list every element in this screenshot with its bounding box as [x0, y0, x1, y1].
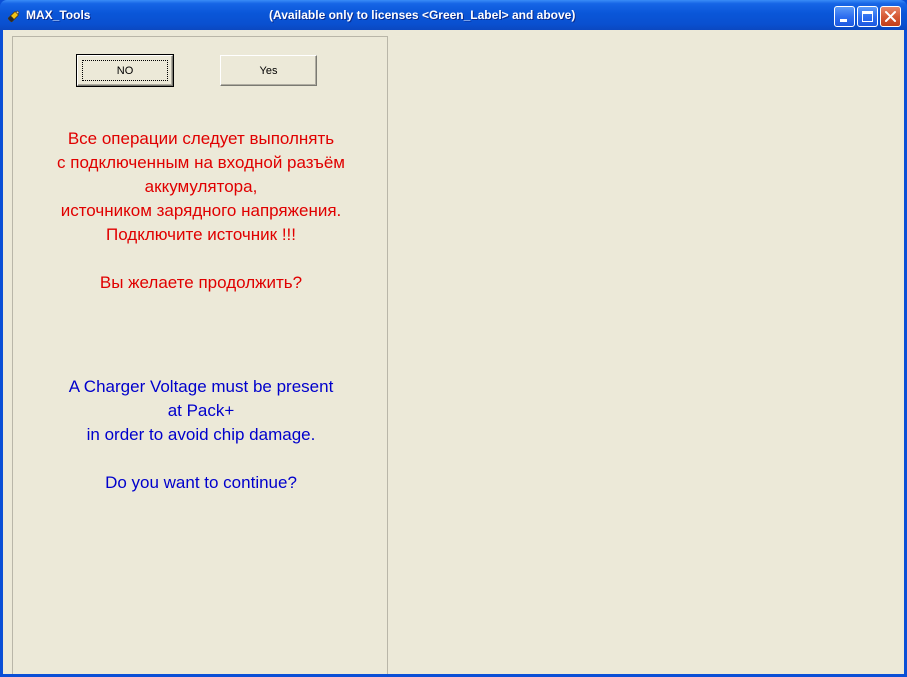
warning-ru-line-4: источником зарядного напряжения.: [60, 201, 342, 220]
title-bar[interactable]: MAX_Tools (Available only to licenses <G…: [0, 0, 907, 30]
yes-button-label: Yes: [259, 64, 278, 77]
warning-ru-line-5: Подключите источник !!!: [105, 225, 296, 244]
warning-ru-line-3: аккумулятора,: [144, 177, 258, 196]
yes-button[interactable]: Yes: [220, 55, 317, 86]
minimize-icon: [840, 19, 847, 22]
client-area: NO Yes Все операции следует выполнять с …: [3, 30, 904, 674]
warning-en-line-2: at Pack+: [167, 401, 235, 420]
no-button[interactable]: NO: [76, 54, 174, 87]
main-window: MAX_Tools (Available only to licenses <G…: [0, 0, 907, 677]
warning-en-question: Do you want to continue?: [105, 473, 297, 492]
battery-icon[interactable]: [6, 8, 22, 24]
close-button[interactable]: [880, 6, 901, 27]
warning-message-russian: Все операции следует выполнять с подключ…: [13, 127, 389, 295]
warning-ru-line-1: Все операции следует выполнять: [67, 129, 335, 148]
warning-panel: NO Yes Все операции следует выполнять с …: [12, 36, 388, 674]
window-app-title: MAX_Tools: [26, 8, 91, 22]
warning-ru-question: Вы желаете продолжить?: [99, 273, 303, 292]
warning-ru-line-2: с подключенным на входной разъём: [57, 153, 345, 172]
no-button-label: NO: [82, 60, 168, 81]
warning-en-line-1: A Charger Voltage must be present: [68, 377, 334, 396]
maximize-icon: [862, 11, 873, 22]
warning-message-english: A Charger Voltage must be present at Pac…: [13, 375, 389, 495]
close-icon: [885, 11, 896, 22]
maximize-button[interactable]: [857, 6, 878, 27]
minimize-button[interactable]: [834, 6, 855, 27]
window-caption: (Available only to licenses <Green_Label…: [269, 8, 576, 22]
warning-en-line-3: in order to avoid chip damage.: [86, 425, 316, 444]
